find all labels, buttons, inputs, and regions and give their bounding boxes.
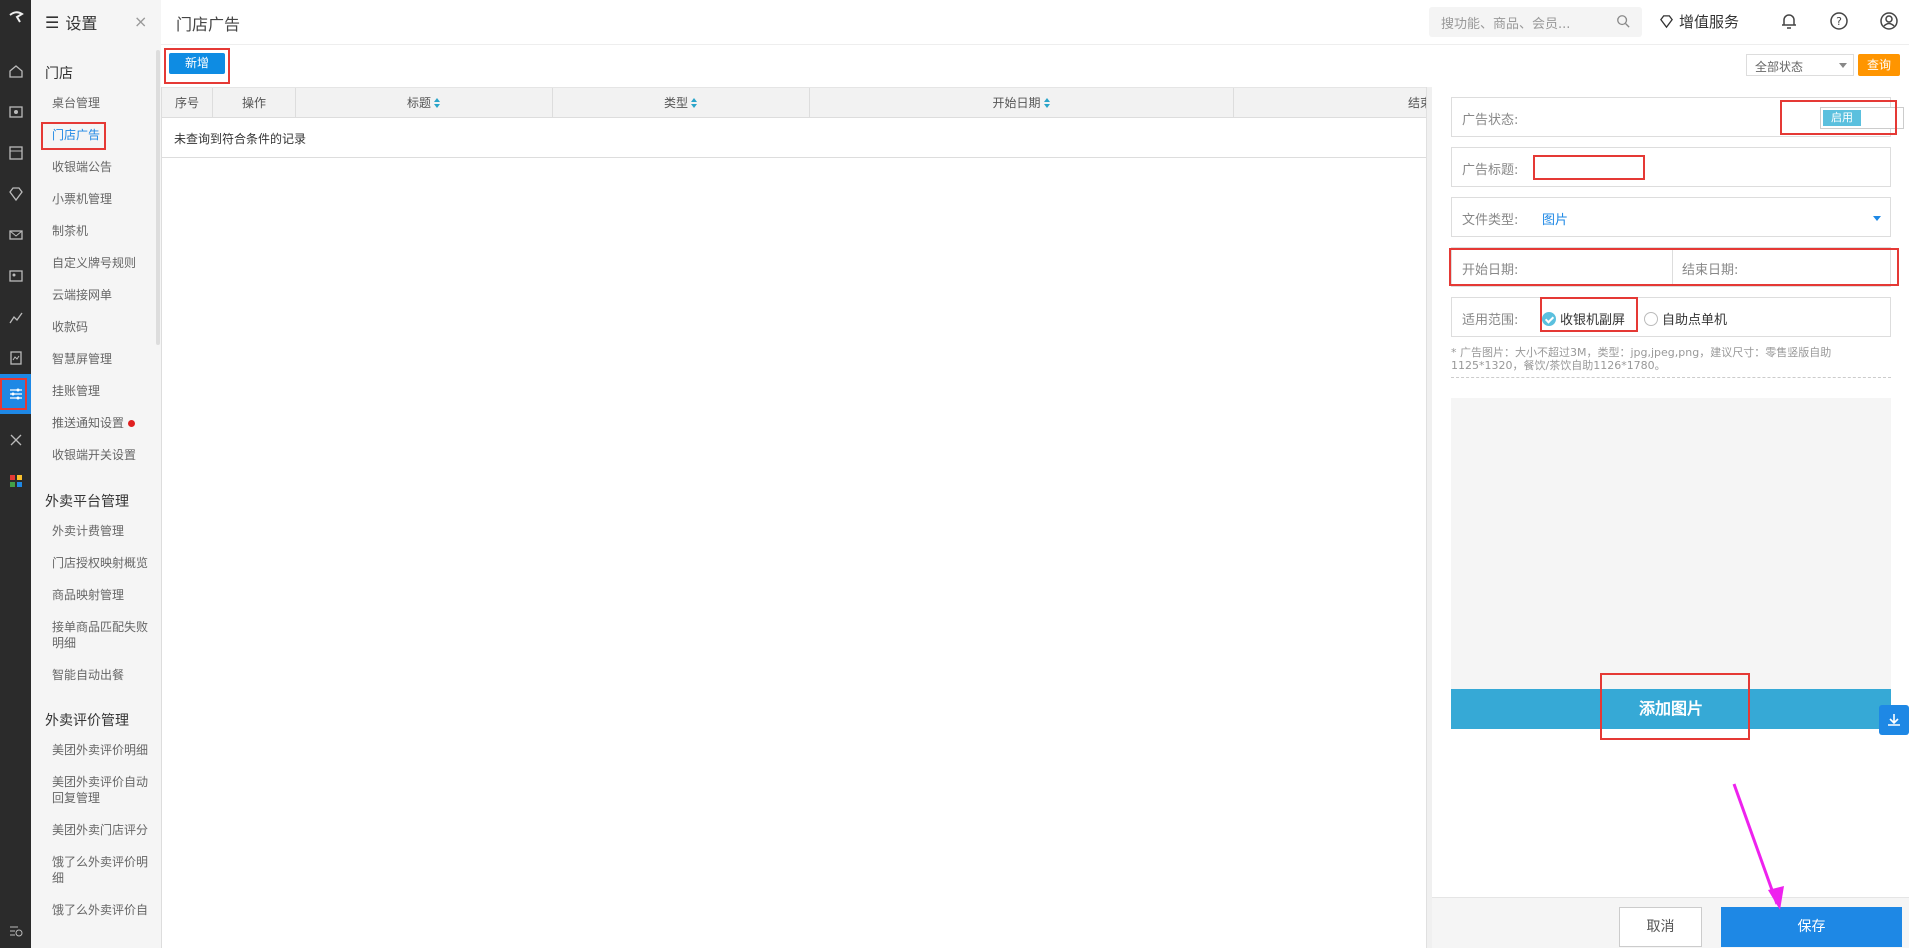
diamond-icon (1660, 15, 1673, 29)
icon-rail (0, 0, 31, 948)
report-icon[interactable] (0, 345, 31, 371)
cancel-button[interactable]: 取消 (1619, 907, 1702, 947)
tools-icon[interactable] (0, 427, 31, 453)
chevron-down-icon (1873, 216, 1881, 221)
scope-option-kiosk[interactable]: 自助点单机 (1644, 309, 1727, 328)
filetype-field[interactable]: 文件类型: 图片 (1451, 197, 1891, 237)
col-type[interactable]: 类型 (553, 88, 810, 118)
sidebar-title: ☰ 设置 (45, 12, 98, 34)
col-title[interactable]: 标题 (296, 88, 553, 118)
logo-icon (0, 4, 31, 30)
status-field: 广告状态: 启用 (1451, 97, 1904, 137)
status-select[interactable]: 全部状态 (1746, 54, 1854, 76)
image-preview-area (1451, 398, 1891, 728)
top-bar: 门店广告 搜功能、商品、会员... 增值服务 ? (161, 0, 1909, 45)
sidebar-item[interactable]: 外卖计费管理 (52, 523, 152, 539)
sidebar-item[interactable]: 商品映射管理 (52, 587, 152, 603)
date-range-field: 开始日期: 结束日期: (1451, 247, 1891, 287)
add-image-button[interactable]: 添加图片 (1451, 689, 1891, 729)
sidebar-item[interactable]: 制茶机 (52, 223, 152, 239)
sort-icon (691, 98, 698, 109)
group-takeout: 外卖平台管理 (45, 494, 129, 510)
sidebar-item[interactable]: 智能自动出餐 (52, 667, 152, 683)
settings-sidebar: ☰ 设置 × 门店 桌台管理 门店广告 收银端公告 小票机管理 制茶机 自定义牌号… (31, 0, 161, 948)
add-button[interactable]: 新增 (169, 53, 225, 74)
check-icon (1542, 311, 1556, 326)
download-icon[interactable] (1879, 705, 1909, 735)
sidebar-item[interactable]: 收银端公告 (52, 159, 152, 175)
search-icon (1617, 15, 1630, 28)
member-card-icon[interactable] (0, 263, 31, 289)
sort-icon (434, 98, 441, 109)
date-separator (1672, 248, 1673, 286)
sidebar-item[interactable]: 美团外卖评价明细 (52, 742, 152, 758)
group-review: 外卖评价管理 (45, 713, 129, 729)
sidebar-item[interactable]: 自定义牌号规则 (52, 255, 152, 271)
sidebar-item[interactable]: 收款码 (52, 319, 152, 335)
sidebar-item-push[interactable]: 推送通知设置 (52, 415, 152, 431)
truck-icon[interactable] (0, 222, 31, 248)
image-hint: * 广告图片：大小不超过3M，类型：jpg,jpeg,png，建议尺寸：零售竖版… (1451, 346, 1832, 372)
box-icon[interactable] (0, 140, 31, 166)
menu-search-icon[interactable] (0, 918, 31, 944)
end-date-input[interactable]: 结束日期: (1682, 259, 1738, 278)
close-icon[interactable]: × (134, 12, 147, 31)
chart-icon[interactable] (0, 304, 31, 330)
sidebar-item[interactable]: 智慧屏管理 (52, 351, 152, 367)
sidebar-item[interactable]: 接单商品匹配失败明细 (52, 619, 150, 651)
col-index: 序号 (162, 88, 213, 118)
user-icon[interactable] (1879, 11, 1899, 31)
status-toggle[interactable]: 启用 (1820, 107, 1904, 129)
home-icon[interactable] (0, 58, 31, 84)
col-start-date[interactable]: 开始日期 (810, 88, 1234, 118)
ad-edit-panel: 广告状态: 启用 广告标题: 文件类型: 图片 开始日期: 结束日期: 适用范围… (1432, 87, 1909, 948)
bell-icon[interactable] (1779, 11, 1799, 31)
scope-field: 适用范围: 收银机副屏 自助点单机 (1451, 297, 1891, 337)
sidebar-item[interactable]: 美团外卖评价自动回复管理 (52, 774, 150, 806)
search-input[interactable]: 搜功能、商品、会员... (1429, 7, 1642, 37)
group-store: 门店 (45, 66, 73, 82)
col-actions: 操作 (213, 88, 296, 118)
list-toolbar: 新增 全部状态 查询 (161, 46, 1909, 86)
monitor-icon[interactable] (0, 99, 31, 125)
start-date-input[interactable]: 开始日期: (1462, 259, 1518, 278)
pointer-arrow-icon (1732, 783, 1784, 910)
sidebar-item[interactable]: 美团外卖门店评分 (52, 822, 152, 838)
sliders-icon: ☰ (45, 12, 60, 32)
vip-services-button[interactable]: 增值服务 (1659, 11, 1739, 32)
row-divider (162, 157, 1432, 158)
diamond-icon[interactable] (0, 181, 31, 207)
empty-message: 未查询到符合条件的记录 (174, 132, 307, 146)
sidebar-item[interactable]: 小票机管理 (52, 191, 152, 207)
sidebar-item[interactable]: 收银端开关设置 (52, 447, 152, 463)
sidebar-item[interactable]: 挂账管理 (52, 383, 152, 399)
query-button[interactable]: 查询 (1858, 54, 1900, 76)
help-icon[interactable]: ? (1829, 11, 1849, 31)
ads-table: 序号 操作 标题 类型 开始日期 结束 未查询到符合条件的记录 (161, 87, 1432, 948)
col-end-date: 结束 (1407, 96, 1432, 110)
sidebar-item[interactable]: 门店授权映射概览 (52, 555, 152, 571)
notification-dot (128, 420, 136, 427)
panel-footer: 取消 保存 (1432, 897, 1909, 948)
sidebar-item[interactable]: 桌台管理 (52, 95, 152, 111)
sidebar-item[interactable]: 饿了么外卖评价自 (52, 902, 152, 918)
sidebar-item-store-ad[interactable]: 门店广告 (52, 127, 152, 143)
sidebar-scrollbar[interactable] (156, 50, 160, 345)
chevron-down-icon (1839, 63, 1847, 68)
save-button[interactable]: 保存 (1721, 907, 1902, 947)
apps-icon[interactable] (0, 468, 31, 494)
sidebar-item[interactable]: 云端接网单 (52, 287, 152, 303)
dashed-divider (1451, 377, 1891, 378)
sidebar-item[interactable]: 饿了么外卖评价明细 (52, 854, 150, 886)
table-header: 序号 操作 标题 类型 开始日期 结束 (162, 87, 1432, 118)
sort-icon (1043, 98, 1051, 109)
title-field[interactable]: 广告标题: (1451, 147, 1891, 187)
scope-option-cashier-screen[interactable]: 收银机副屏 (1542, 309, 1625, 328)
radio-icon (1644, 311, 1658, 326)
page-title: 门店广告 (176, 15, 241, 34)
settings-icon[interactable] (0, 374, 31, 414)
svg-text:?: ? (1836, 15, 1842, 28)
